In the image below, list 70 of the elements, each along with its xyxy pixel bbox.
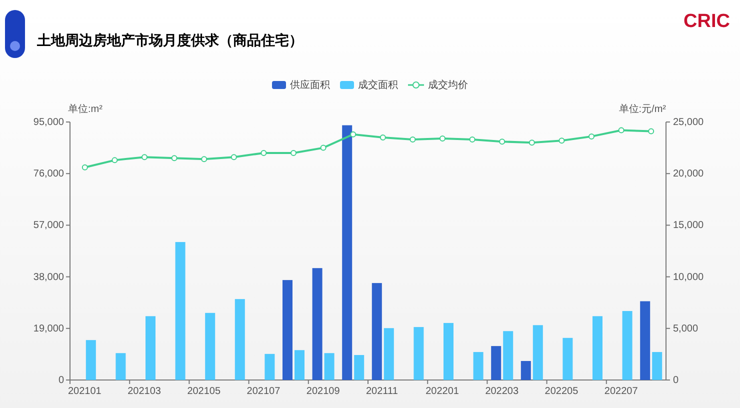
tick-label: 202107 [246,386,280,397]
data-point [440,136,446,142]
bar [444,322,454,380]
bar [116,353,126,380]
axis-unit-label: 单位:元/m² [618,104,666,115]
bar [622,311,632,380]
tick-label: 0 [58,375,64,386]
bar [146,316,156,380]
bar [652,352,662,380]
legend-label: 供应面积 [290,78,330,92]
axis-unit-label: 单位:m² [68,104,102,115]
bar [562,338,573,380]
tick-label: 25,000 [673,117,704,128]
bar [520,361,531,380]
data-point [410,136,416,143]
tick-label: 19,000 [33,323,64,334]
pill-icon [5,10,25,58]
data-point [171,155,178,162]
data-point [380,134,386,140]
data-point [648,128,654,134]
legend-label: 成交面积 [358,78,398,92]
data-point [290,150,296,156]
tick-label: 202201 [426,386,459,397]
data-point [230,154,237,160]
data-point [588,133,594,140]
tick-label: 5,000 [673,323,698,334]
bar [205,312,216,380]
bar [473,352,484,380]
tick-label: 15,000 [673,220,704,232]
tick-label: 38,000 [33,272,64,283]
tick-label: 0 [673,375,679,386]
bar [294,350,304,380]
tick-label: 95,000 [33,117,64,128]
data-point [320,144,326,151]
chart-title: 土地周边房地产市场月度供求（商品住宅） [37,30,303,50]
data-point [558,138,565,144]
bar [414,327,424,380]
data-point [469,136,476,143]
data-point [499,138,506,145]
tick-label: 202111 [366,386,398,397]
bar [491,346,502,380]
data-point [201,156,208,162]
bar [264,354,275,380]
bar [354,355,364,380]
data-point [618,127,624,134]
logo: CRIC [684,10,730,34]
tick-label: 202103 [128,386,161,397]
tick-label: 76,000 [33,168,64,180]
bar [532,325,543,380]
data-point [82,164,88,170]
bar [592,316,602,380]
data-point [260,150,267,156]
data-point [142,154,148,160]
data-point [112,157,118,164]
data-point [350,131,356,138]
tick-label: 20,000 [673,168,704,180]
bar [503,331,514,380]
tick-label: 202203 [485,386,519,397]
tick-label: 202105 [187,386,221,397]
tick-label: 57,000 [33,220,64,232]
tick-label: 202109 [306,386,340,397]
data-point [528,140,535,146]
bar [384,328,394,380]
legend-label: 成交均价 [428,78,468,92]
tick-label: 202205 [544,386,578,397]
tick-label: 202207 [604,386,638,397]
bar [324,353,334,380]
tick-label: 202101 [68,386,102,397]
tick-label: 10,000 [673,272,704,283]
bar [86,340,96,380]
